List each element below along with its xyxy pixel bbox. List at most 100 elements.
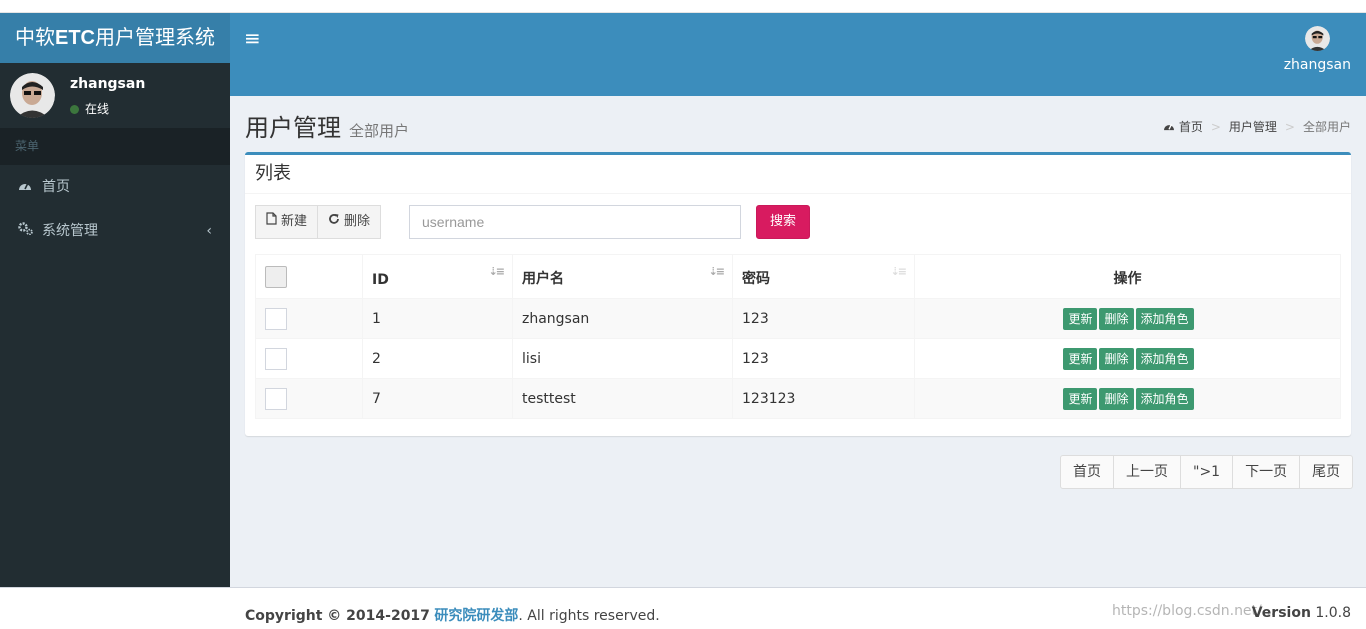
sort-asc-icon: ⇣≡ bbox=[488, 265, 506, 278]
new-button-label: 新建 bbox=[281, 214, 308, 229]
delete-row-button[interactable]: 删除 bbox=[1099, 387, 1134, 410]
column-label: ID bbox=[372, 272, 389, 288]
cell-actions: 更新 删除 添加角色 bbox=[914, 378, 1341, 419]
menu-header: 菜单 bbox=[0, 128, 230, 165]
delete-button[interactable]: 删除 bbox=[318, 205, 382, 239]
watermark: https://blog.csdn.net/... bbox=[1112, 603, 1276, 619]
app-logo[interactable]: 中软ETC用户管理系统 bbox=[0, 13, 230, 63]
add-role-button[interactable]: 添加角色 bbox=[1135, 387, 1194, 410]
table-row: 1 zhangsan 123 更新 删除 添加角色 bbox=[255, 298, 1341, 339]
breadcrumb-separator: > bbox=[1284, 120, 1295, 134]
add-role-button[interactable]: 添加角色 bbox=[1135, 347, 1194, 370]
pagination: 首页 上一页 ">1 下一页 尾页 bbox=[1060, 455, 1354, 489]
row-checkbox-cell bbox=[255, 378, 363, 419]
column-label: 用户名 bbox=[522, 271, 564, 287]
cell-password: 123123 bbox=[732, 378, 915, 419]
header-username: zhangsan bbox=[1283, 57, 1351, 73]
user-avatar-small bbox=[1304, 26, 1330, 51]
user-menu[interactable]: zhangsan bbox=[1284, 26, 1351, 73]
cell-id: 7 bbox=[362, 378, 513, 419]
page-subtitle: 全部用户 bbox=[349, 122, 410, 140]
cell-username: lisi bbox=[512, 338, 733, 379]
sidebar-item-label: 首页 bbox=[42, 179, 70, 195]
cell-password: 123 bbox=[732, 338, 915, 379]
page-prev[interactable]: 上一页 bbox=[1114, 455, 1181, 489]
row-checkbox[interactable] bbox=[265, 307, 287, 330]
user-panel: zhangsan 在线 bbox=[0, 63, 230, 128]
logo-bold: ETC bbox=[55, 27, 95, 49]
column-header-password[interactable]: 密码 ⇣≡ bbox=[732, 254, 915, 299]
sidebar-username: zhangsan bbox=[70, 76, 146, 92]
copyright: Copyright © 2014-2017 研究院研发部. All rights… bbox=[245, 605, 660, 625]
delete-row-button[interactable]: 删除 bbox=[1099, 307, 1134, 330]
delete-row-button[interactable]: 删除 bbox=[1099, 347, 1134, 370]
box-title: 列表 bbox=[245, 155, 1351, 194]
column-header-actions: 操作 bbox=[914, 254, 1341, 299]
cell-username: zhangsan bbox=[512, 298, 733, 339]
hamburger-icon[interactable]: ≡ bbox=[244, 27, 261, 49]
dashboard-icon bbox=[1163, 120, 1175, 134]
copyright-suffix: . All rights reserved. bbox=[518, 608, 660, 624]
row-checkbox-cell bbox=[255, 298, 363, 339]
org-link[interactable]: 研究院研发部 bbox=[434, 608, 518, 624]
cell-id: 1 bbox=[362, 298, 513, 339]
copyright-prefix: Copyright © 2014-2017 bbox=[245, 608, 430, 624]
refresh-icon bbox=[328, 206, 340, 238]
cell-actions: 更新 删除 添加角色 bbox=[914, 298, 1341, 339]
sidebar-item-system-management[interactable]: 系统管理 ‹ bbox=[0, 209, 230, 253]
status-label: 在线 bbox=[85, 102, 110, 116]
new-button[interactable]: 新建 bbox=[255, 205, 319, 239]
chevron-left-icon: ‹ bbox=[206, 223, 212, 239]
add-role-button[interactable]: 添加角色 bbox=[1135, 307, 1194, 330]
cell-password: 123 bbox=[732, 298, 915, 339]
row-checkbox[interactable] bbox=[265, 387, 287, 410]
logo-prefix: 中软 bbox=[15, 27, 55, 49]
sort-icon: ⇣≡ bbox=[890, 265, 908, 278]
column-header-id[interactable]: ID ⇣≡ bbox=[362, 254, 513, 299]
cell-username: testtest bbox=[512, 378, 733, 419]
breadcrumb-home[interactable]: 首页 bbox=[1163, 120, 1203, 134]
cell-actions: 更新 删除 添加角色 bbox=[914, 338, 1341, 379]
column-label: 操作 bbox=[1113, 271, 1142, 287]
page-title: 用户管理 bbox=[245, 115, 341, 142]
update-button[interactable]: 更新 bbox=[1063, 347, 1098, 370]
user-table: ID ⇣≡ 用户名 ⇣≡ 密码 ⇣≡ 操作 1 zhangsan 123 更新 删除 添加… bbox=[255, 254, 1341, 419]
file-icon bbox=[266, 206, 277, 238]
page-next[interactable]: 下一页 bbox=[1233, 455, 1301, 489]
breadcrumb: 首页 > 用户管理 > 全部用户 bbox=[1163, 118, 1351, 135]
update-button[interactable]: 更新 bbox=[1063, 387, 1098, 410]
dashboard-icon bbox=[18, 166, 36, 210]
search-button[interactable]: 搜索 bbox=[756, 205, 810, 239]
top-navbar: ≡ zhangsan bbox=[230, 13, 1366, 96]
cogs-icon bbox=[18, 210, 36, 254]
table-header-row: ID ⇣≡ 用户名 ⇣≡ 密码 ⇣≡ 操作 bbox=[255, 254, 1341, 299]
page-current[interactable]: ">1 bbox=[1181, 455, 1234, 489]
breadcrumb-separator: > bbox=[1210, 120, 1221, 134]
breadcrumb-current: 全部用户 bbox=[1302, 120, 1351, 134]
online-dot-icon bbox=[70, 105, 79, 114]
column-header-username[interactable]: 用户名 ⇣≡ bbox=[512, 254, 733, 299]
content-header: 用户管理 全部用户 首页 > 用户管理 > 全部用户 bbox=[245, 108, 1351, 144]
sort-desc-icon: ⇣≡ bbox=[708, 265, 726, 278]
select-all-checkbox[interactable] bbox=[265, 266, 287, 288]
username-search-input[interactable] bbox=[409, 205, 741, 239]
version-number: 1.0.8 bbox=[1315, 605, 1351, 621]
footer: Copyright © 2014-2017 研究院研发部. All rights… bbox=[0, 587, 1366, 629]
page-first[interactable]: 首页 bbox=[1060, 455, 1114, 489]
row-checkbox[interactable] bbox=[265, 347, 287, 370]
breadcrumb-user-management[interactable]: 用户管理 bbox=[1229, 120, 1277, 134]
sidebar: zhangsan 在线 菜单 首页 系统管理 ‹ bbox=[0, 63, 230, 587]
breadcrumb-label: 首页 bbox=[1178, 120, 1203, 134]
page-last[interactable]: 尾页 bbox=[1300, 455, 1354, 489]
sidebar-item-home[interactable]: 首页 bbox=[0, 165, 230, 209]
browser-top-strip bbox=[0, 0, 1366, 13]
user-status: 在线 bbox=[70, 100, 109, 117]
version-info: Version 1.0.8 bbox=[1252, 605, 1351, 621]
sidebar-item-label: 系统管理 bbox=[42, 223, 98, 239]
table-row: 2 lisi 123 更新 删除 添加角色 bbox=[255, 338, 1341, 379]
cell-id: 2 bbox=[362, 338, 513, 379]
logo-suffix: 用户管理系统 bbox=[95, 27, 215, 49]
user-avatar bbox=[10, 73, 55, 118]
update-button[interactable]: 更新 bbox=[1063, 307, 1098, 330]
version-label: Version bbox=[1251, 605, 1311, 621]
